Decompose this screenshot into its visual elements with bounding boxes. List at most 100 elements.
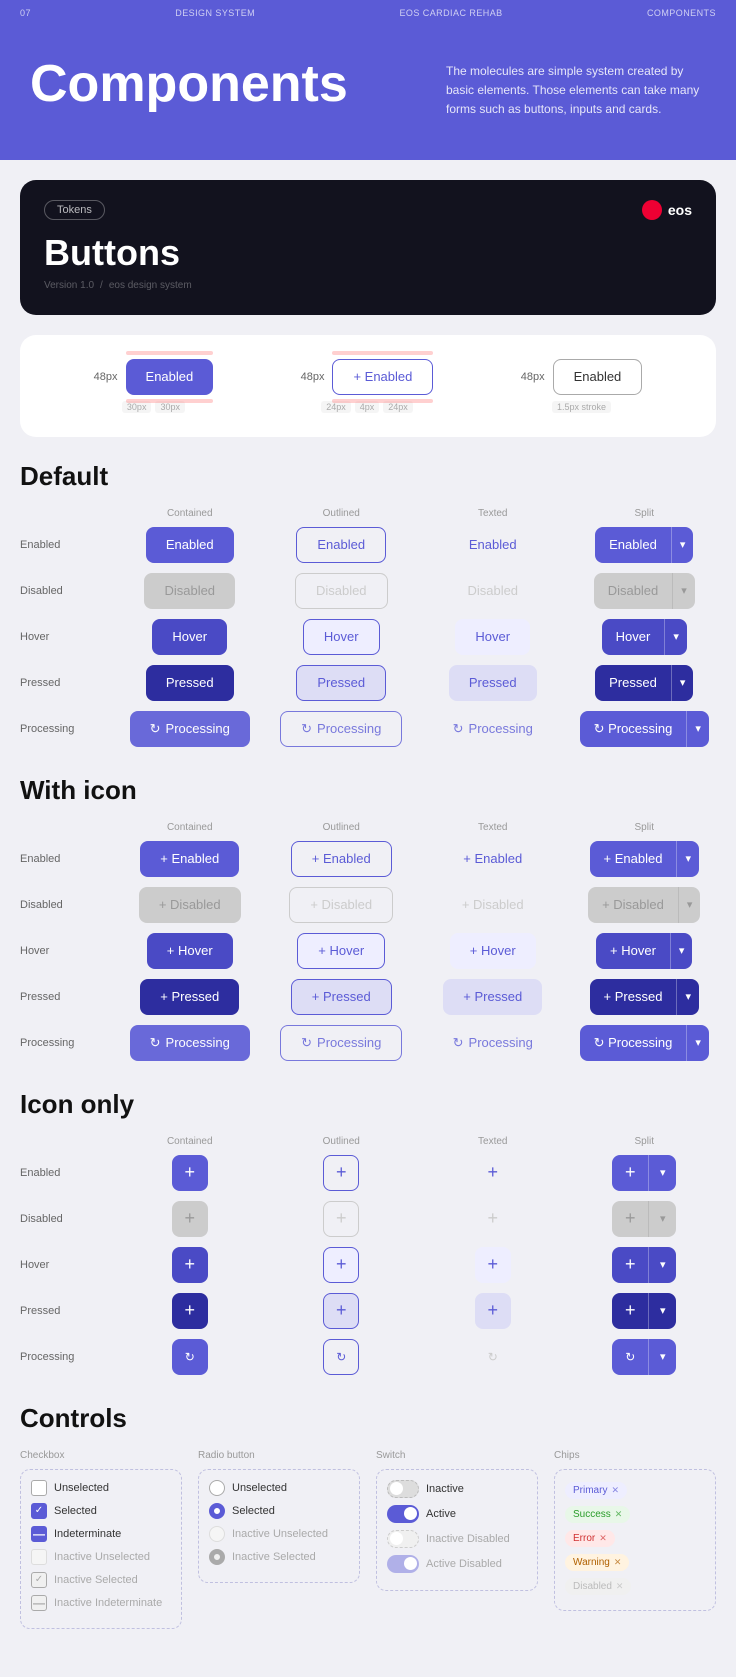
radio-inactive-selected-label: Inactive Selected — [232, 1551, 316, 1563]
btn-texted-pressed[interactable]: Pressed — [449, 665, 537, 701]
io-btn-split-arrow-enabled[interactable]: ▾ — [648, 1155, 676, 1191]
wi-btn-texted-enabled[interactable]: + Enabled — [443, 841, 542, 877]
cb-unselected-box[interactable] — [31, 1480, 47, 1496]
chip-primary[interactable]: Primary ✕ — [565, 1482, 627, 1499]
io-btn-contained-hover[interactable]: + — [172, 1247, 208, 1283]
io-btn-outlined-processing[interactable]: ↻ — [323, 1339, 359, 1375]
io-btn-split-arrow-processing[interactable]: ▾ — [648, 1339, 676, 1375]
cb-inactive-selected-label: Inactive Selected — [54, 1574, 138, 1586]
controls-section: Controls Checkbox Unselected ✓ Selected … — [20, 1403, 716, 1629]
wi-btn-split-arrow-enabled[interactable]: ▾ — [676, 841, 699, 877]
radio-inactive-selected-circle — [209, 1549, 225, 1565]
wi-btn-contained-hover[interactable]: + Hover — [147, 933, 233, 969]
io-btn-split-hover[interactable]: + ▾ — [612, 1247, 676, 1283]
btn-outlined-hover[interactable]: Hover — [303, 619, 380, 655]
btn-split-processing[interactable]: ↻ Processing ▾ — [580, 711, 709, 747]
col-header-outlined: Outlined — [270, 508, 414, 519]
wi-btn-split-arrow-processing[interactable]: ▾ — [686, 1025, 709, 1061]
io-btn-split-processing[interactable]: ↻ ▾ — [612, 1339, 676, 1375]
btn-split-arrow-pressed[interactable]: ▾ — [671, 665, 694, 701]
io-btn-split-arrow-pressed[interactable]: ▾ — [648, 1293, 676, 1329]
io-btn-split-main-pressed[interactable]: + — [612, 1293, 648, 1329]
chip-success-close[interactable]: ✕ — [615, 1509, 623, 1520]
wi-btn-texted-pressed[interactable]: + Pressed — [443, 979, 542, 1015]
btn-texted-processing[interactable]: ↻ Processing — [433, 711, 553, 747]
wi-btn-outlined-hover[interactable]: + Hover — [297, 933, 385, 969]
btn-contained-hover[interactable]: Hover — [152, 619, 227, 655]
wi-btn-split-main-processing[interactable]: ↻ Processing — [580, 1025, 687, 1061]
btn-contained-pressed[interactable]: Pressed — [146, 665, 234, 701]
btn-outlined-processing[interactable]: ↻ Processing — [280, 711, 402, 747]
chip-error-close[interactable]: ✕ — [599, 1533, 607, 1544]
io-btn-texted-enabled[interactable]: + — [475, 1155, 511, 1191]
radio-inactive-unselected-circle — [209, 1526, 225, 1542]
wi-btn-outlined-pressed[interactable]: + Pressed — [291, 979, 392, 1015]
io-btn-split-main-enabled[interactable]: + — [612, 1155, 648, 1191]
chip-error[interactable]: Error ✕ — [565, 1530, 615, 1547]
io-btn-split-enabled[interactable]: + ▾ — [612, 1155, 676, 1191]
io-btn-texted-pressed[interactable]: + — [475, 1293, 511, 1329]
btn-split-main-hover[interactable]: Hover — [602, 619, 665, 655]
btn-split-enabled[interactable]: Enabled ▾ — [595, 527, 693, 563]
wi-btn-outlined-enabled[interactable]: + Enabled — [291, 841, 392, 877]
sizes-demo-card: 48px Enabled 30px 30px 48px + Enabled — [20, 335, 716, 437]
wi-btn-split-arrow-hover[interactable]: ▾ — [670, 933, 693, 969]
io-btn-split-pressed[interactable]: + ▾ — [612, 1293, 676, 1329]
wi-btn-split-processing[interactable]: ↻ Processing ▾ — [580, 1025, 709, 1061]
btn-outlined-pressed[interactable]: Pressed — [296, 665, 386, 701]
btn-outlined-enabled[interactable]: Enabled — [296, 527, 386, 563]
btn-texted-enabled[interactable]: Enabled — [449, 527, 537, 563]
btn-split-arrow-hover[interactable]: ▾ — [664, 619, 687, 655]
io-btn-split-main-processing[interactable]: ↻ — [612, 1339, 648, 1375]
radio-selected-circle[interactable] — [209, 1503, 225, 1519]
wi-btn-split-main-hover[interactable]: + Hover — [596, 933, 670, 969]
btn-split-hover[interactable]: Hover ▾ — [602, 619, 687, 655]
btn-split-main-processing[interactable]: ↻ Processing — [580, 711, 687, 747]
btn-split-arrow-processing[interactable]: ▾ — [686, 711, 709, 747]
io-btn-contained-processing[interactable]: ↻ — [172, 1339, 208, 1375]
io-btn-texted-processing[interactable]: ↻ — [475, 1339, 511, 1375]
btn-contained-processing[interactable]: ↻ Processing — [130, 711, 250, 747]
wi-btn-contained-enabled[interactable]: + Enabled — [140, 841, 239, 877]
wi-btn-contained-processing[interactable]: ↻ Processing — [130, 1025, 250, 1061]
chip-warning-close[interactable]: ✕ — [614, 1557, 622, 1568]
chip-warning[interactable]: Warning ✕ — [565, 1554, 629, 1571]
with-icon-section: With icon Contained Outlined Texted Spli… — [20, 775, 716, 1061]
tokens-badge[interactable]: Tokens — [44, 200, 105, 220]
radio-unselected-circle[interactable] — [209, 1480, 225, 1496]
chip-success[interactable]: Success ✕ — [565, 1506, 630, 1523]
btn-split-pressed[interactable]: Pressed ▾ — [595, 665, 693, 701]
wi-btn-split-arrow-pressed[interactable]: ▾ — [676, 979, 699, 1015]
size-demo-btn-contained[interactable]: Enabled — [126, 359, 214, 395]
switch-active-track[interactable] — [387, 1505, 419, 1523]
wi-btn-split-main-enabled[interactable]: + Enabled — [590, 841, 677, 877]
btn-contained-enabled[interactable]: Enabled — [146, 527, 234, 563]
io-btn-texted-hover[interactable]: + — [475, 1247, 511, 1283]
io-btn-outlined-pressed[interactable]: + — [323, 1293, 359, 1329]
wi-btn-texted-processing[interactable]: ↻ Processing — [433, 1025, 553, 1061]
wi-btn-contained-pressed[interactable]: + Pressed — [140, 979, 239, 1015]
btn-split-main-pressed[interactable]: Pressed — [595, 665, 671, 701]
btn-split-arrow-enabled[interactable]: ▾ — [671, 527, 694, 563]
wi-btn-split-hover[interactable]: + Hover ▾ — [596, 933, 692, 969]
io-btn-outlined-hover[interactable]: + — [323, 1247, 359, 1283]
default-row-pressed: Pressed Pressed Pressed Pressed Pressed … — [20, 665, 716, 701]
cb-selected-box[interactable]: ✓ — [31, 1503, 47, 1519]
wi-btn-outlined-processing[interactable]: ↻ Processing — [280, 1025, 402, 1061]
wi-btn-split-enabled[interactable]: + Enabled ▾ — [590, 841, 699, 877]
io-btn-outlined-enabled[interactable]: + — [323, 1155, 359, 1191]
io-btn-split-main-hover[interactable]: + — [612, 1247, 648, 1283]
io-btn-contained-pressed[interactable]: + — [172, 1293, 208, 1329]
io-btn-contained-enabled[interactable]: + — [172, 1155, 208, 1191]
io-btn-split-arrow-hover[interactable]: ▾ — [648, 1247, 676, 1283]
wi-btn-split-main-pressed[interactable]: + Pressed — [590, 979, 677, 1015]
wi-btn-split-pressed[interactable]: + Pressed ▾ — [590, 979, 699, 1015]
btn-texted-hover[interactable]: Hover — [455, 619, 530, 655]
size-demo-btn-texted[interactable]: Enabled — [553, 359, 643, 395]
btn-split-main-enabled[interactable]: Enabled — [595, 527, 671, 563]
size-demo-btn-outlined[interactable]: + Enabled — [332, 359, 433, 395]
cb-indeterminate-box[interactable]: — — [31, 1526, 47, 1542]
switch-inactive-track[interactable] — [387, 1480, 419, 1498]
wi-btn-texted-hover[interactable]: + Hover — [450, 933, 536, 969]
chip-primary-close[interactable]: ✕ — [611, 1485, 619, 1496]
